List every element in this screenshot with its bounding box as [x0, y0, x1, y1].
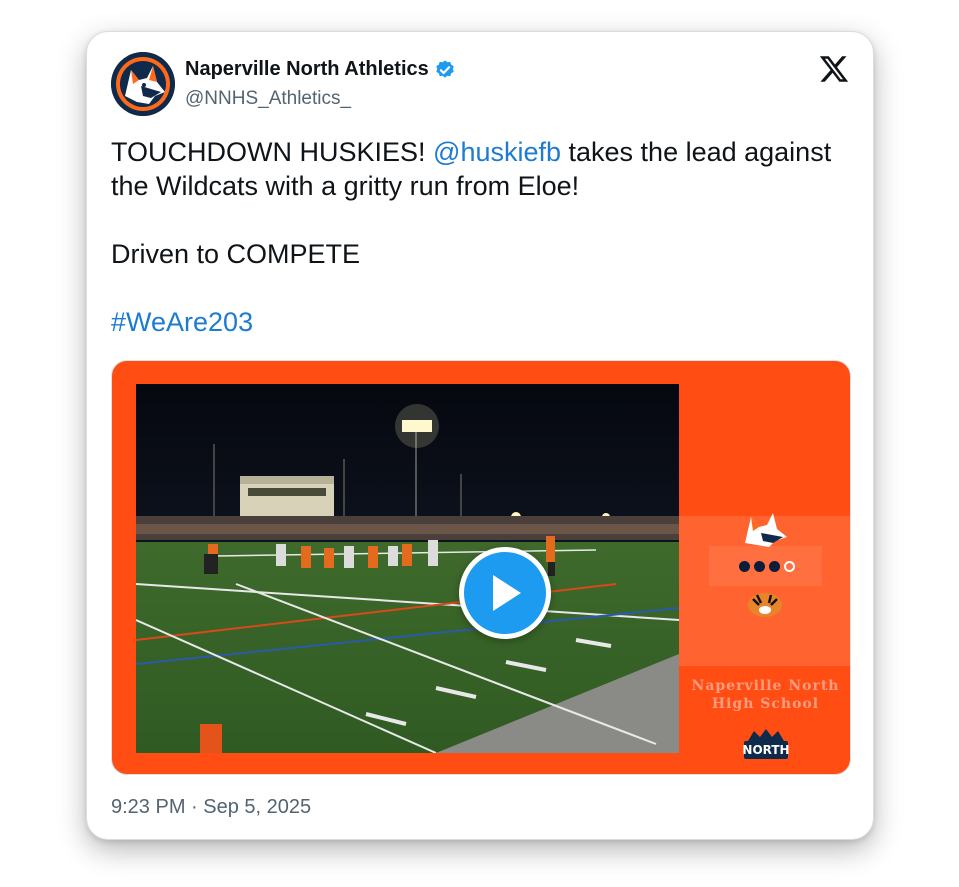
video-frame[interactable]: [136, 384, 679, 753]
author-name[interactable]: Naperville North Athletics: [185, 58, 429, 81]
hashtag-link[interactable]: #WeAre203: [111, 307, 253, 337]
mention-link[interactable]: @huskiefb: [433, 137, 561, 167]
author-handle[interactable]: @NNHS_Athletics_: [185, 88, 456, 110]
play-icon: [493, 575, 521, 611]
tweet-text: TOUCHDOWN HUSKIES! @huskiefb takes the l…: [111, 135, 856, 339]
tweet-timestamp[interactable]: 9:23 PM · Sep 5, 2025: [111, 796, 311, 819]
progress-dot-empty: [784, 561, 795, 572]
verified-badge-icon: [434, 59, 456, 81]
sidebar-school-name-line2: High School: [711, 696, 820, 712]
sidebar-tiger-logo-icon: [747, 591, 783, 624]
video-sidebar-graphic: Naperville North High School NORTH: [679, 361, 850, 774]
profile-avatar[interactable]: [111, 52, 175, 116]
tweet-card: Naperville North Athletics @NNHS_Athleti…: [86, 31, 874, 840]
sidebar-husky-logo-icon: [741, 509, 789, 554]
tweet-text-line1-start: TOUCHDOWN HUSKIES!: [111, 137, 434, 167]
progress-dot: [769, 561, 780, 572]
author-block: Naperville North Athletics @NNHS_Athleti…: [185, 58, 456, 110]
video-media[interactable]: Naperville North High School NORTH: [111, 360, 851, 775]
sidebar-school-name-line1: Naperville North: [691, 678, 840, 694]
play-button[interactable]: [459, 547, 551, 639]
progress-dots: [739, 561, 795, 572]
north-logo: NORTH: [742, 727, 790, 767]
progress-dot: [754, 561, 765, 572]
husky-logo-icon: [111, 52, 175, 116]
tweet-text-line2: the Wildcats with a gritty run from Eloe…: [111, 171, 580, 201]
progress-dot: [739, 561, 750, 572]
tweet-text-line1-end: takes the lead against: [561, 137, 832, 167]
football-field-scene: [136, 384, 679, 753]
north-logo-text: NORTH: [742, 743, 790, 757]
x-logo-icon[interactable]: [817, 52, 851, 86]
tweet-text-line3: Driven to COMPETE: [111, 239, 361, 269]
